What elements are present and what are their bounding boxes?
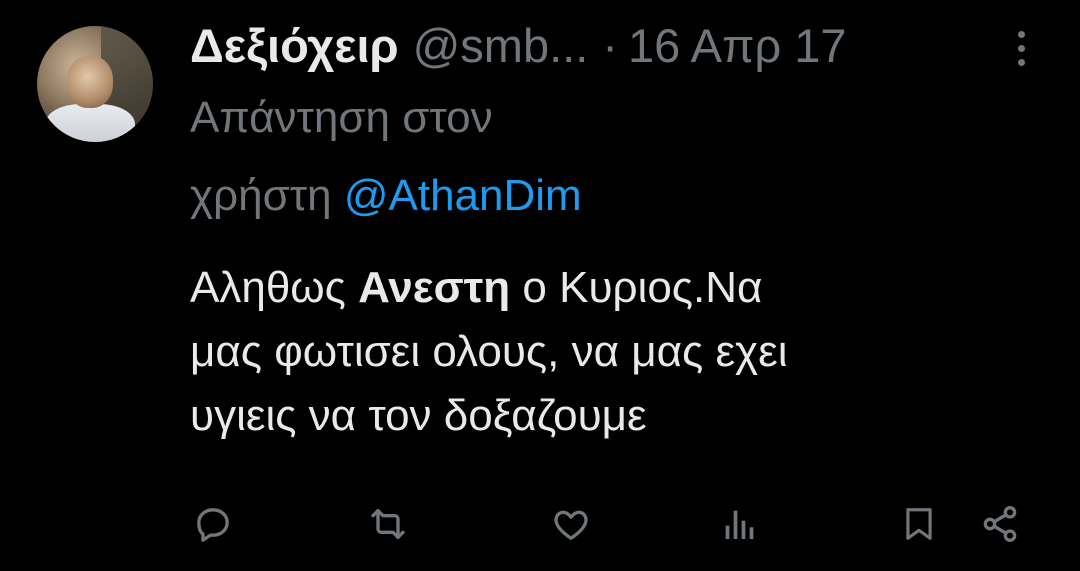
reply-icon [197,508,229,542]
avatar-face [67,56,113,108]
tweet-text-part1: Αληθως [190,263,359,312]
retweet-button[interactable] [362,497,414,551]
views-icon [725,510,754,539]
separator-dot: · [602,19,618,72]
display-name[interactable]: Δεξιόχειρ [190,18,399,74]
tweet-text-bold: Ανεστη [358,263,511,312]
share-icon [983,506,1017,543]
views-button[interactable] [714,497,764,551]
tweet-actions-bar [0,497,1080,551]
tweet-date[interactable]: 16 Απρ 17 [628,18,847,74]
tweet-text-part2: ο Κυριος.Να [510,263,763,312]
more-options-button[interactable] [1003,26,1039,70]
reply-mention-link[interactable]: @AthanDim [344,171,582,220]
bookmark-icon [906,508,932,540]
reply-context: Απάντηση στον χρήστη @AthanDim [190,92,790,222]
tweet-text-line2: μας φωτισει ολους, να μας εχει [190,327,788,376]
tweet-text: Αληθως Ανεστη ο Κυριος.Να μας φωτισει ολ… [190,256,1050,448]
reply-label: Απάντηση στον [190,93,493,142]
retweet-icon [371,509,405,539]
user-avatar[interactable] [37,26,153,142]
more-vertical-icon [1017,30,1025,38]
tweet-text-line3: υγιεις να τον δοξαζουμε [190,391,647,440]
heart-icon [554,510,588,540]
tweet-header: Δεξιόχειρ @smb... · 16 Απρ 17 [190,18,847,74]
reply-prefix: χρήστη [190,171,332,220]
bookmark-button[interactable] [896,497,942,551]
reply-button[interactable] [188,497,238,551]
like-button[interactable] [546,497,596,551]
user-handle[interactable]: @smb... [413,18,589,74]
share-button[interactable] [974,497,1026,551]
avatar-shirt [45,104,135,142]
